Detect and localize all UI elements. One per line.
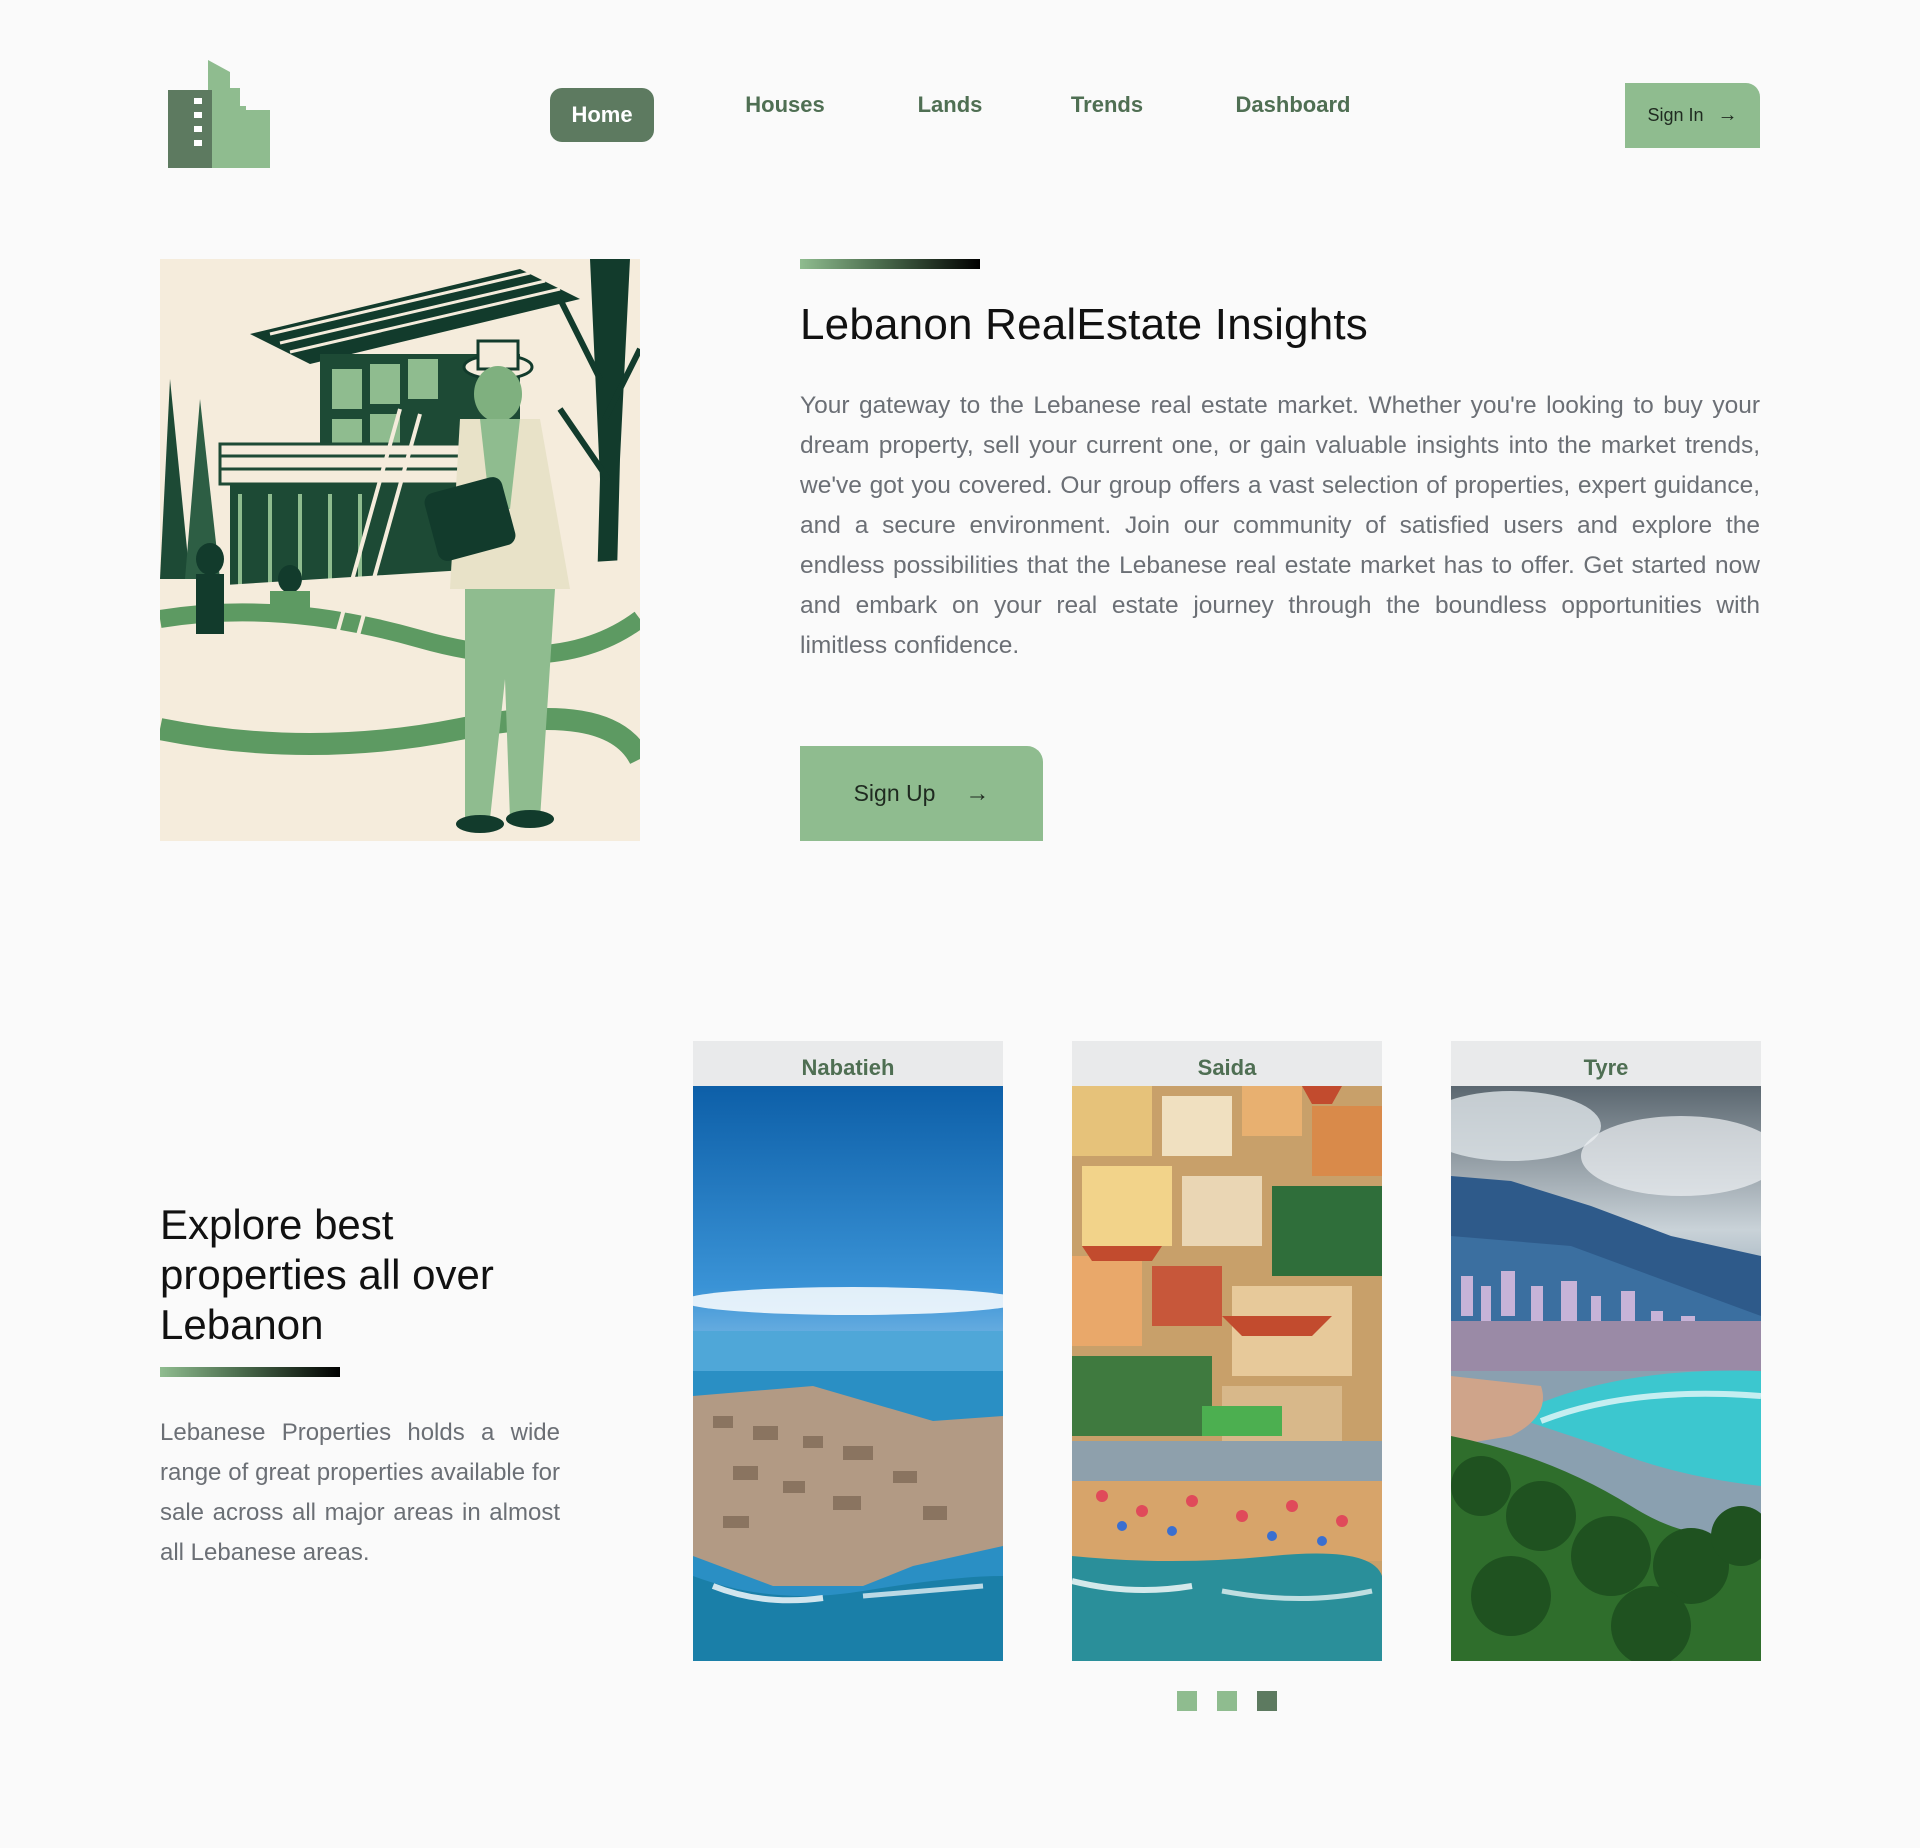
sign-up-button[interactable]: Sign Up → [800, 746, 1043, 841]
nav-lands[interactable]: Lands [910, 78, 990, 132]
arrow-right-icon: → [965, 779, 990, 807]
explore-description: Lebanese Properties holds a wide range o… [160, 1419, 560, 1566]
explore-title: Explore best properties all over Lebanon [160, 1201, 494, 1348]
nav-trends[interactable]: Trends [1065, 78, 1149, 132]
hero-description: Your gateway to the Lebanese real estate… [800, 392, 1760, 659]
arrow-right-icon: → [1717, 104, 1738, 126]
nav-dashboard[interactable]: Dashboard [1228, 78, 1358, 132]
carousel-dot-3[interactable] [1257, 1691, 1277, 1711]
hero-illustration [160, 259, 640, 841]
region-card-label: Saida [1197, 1055, 1257, 1080]
region-card-saida[interactable]: Saida [1072, 1041, 1382, 1661]
sign-up-label: Sign Up [853, 780, 936, 806]
region-photo [1072, 1086, 1382, 1661]
region-card-label: Nabatieh [801, 1055, 895, 1080]
nav-houses[interactable]: Houses [740, 78, 830, 132]
sign-in-button[interactable]: Sign In → [1625, 83, 1760, 148]
region-card-label: Tyre [1583, 1055, 1629, 1080]
hero-accent-bar [800, 259, 980, 269]
carousel-dot-1[interactable] [1177, 1691, 1197, 1711]
explore-accent-bar [160, 1367, 340, 1377]
region-photo [1451, 1086, 1761, 1661]
carousel-pagination [0, 1691, 1920, 1711]
region-card-tyre[interactable]: Tyre [1451, 1041, 1761, 1661]
nav-home[interactable]: Home [550, 88, 654, 142]
sign-in-label: Sign In [1647, 105, 1704, 125]
hero-title: Lebanon RealEstate Insights [800, 300, 1369, 349]
carousel-dot-2[interactable] [1217, 1691, 1237, 1711]
region-photo [693, 1086, 1003, 1661]
region-card-nabatieh[interactable]: Nabatieh [693, 1041, 1003, 1661]
